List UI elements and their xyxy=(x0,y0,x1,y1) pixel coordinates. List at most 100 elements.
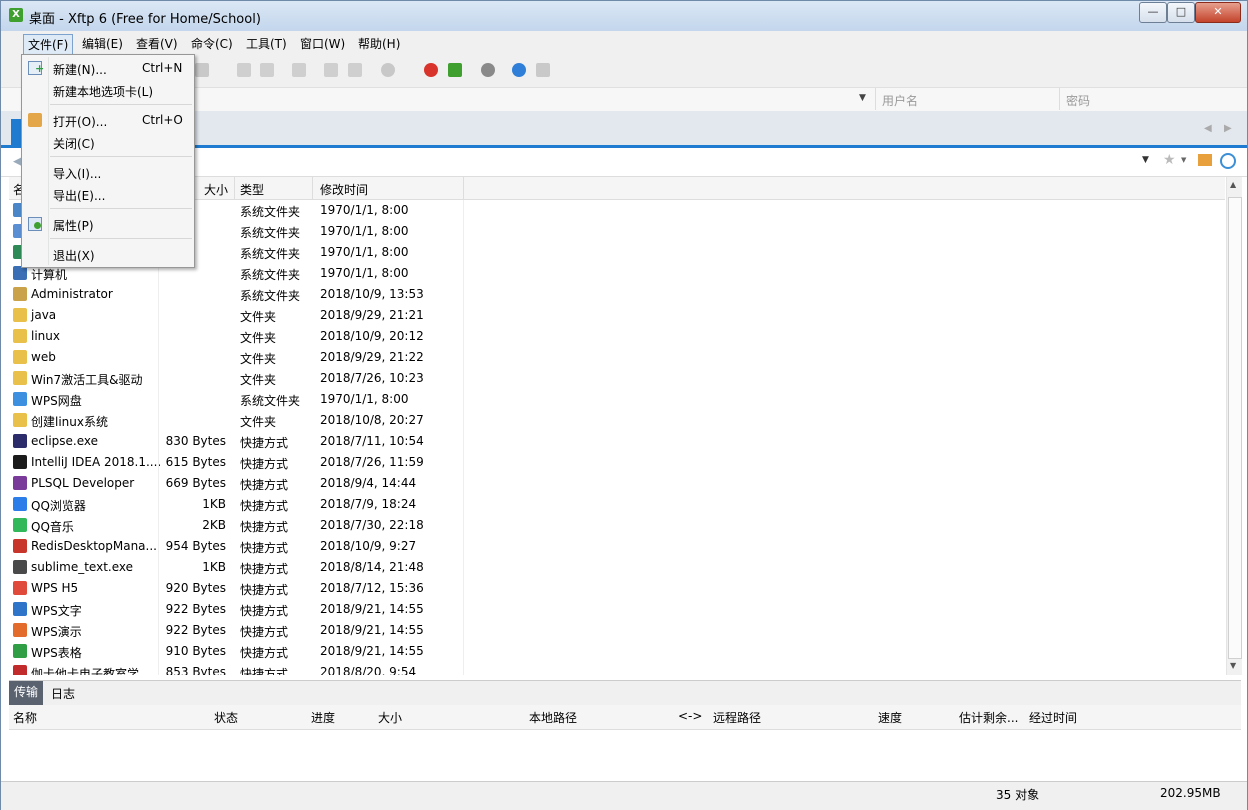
transfer-list[interactable] xyxy=(9,730,1241,780)
file-row[interactable]: 伽卡他卡电子教室学... 853 Bytes 快捷方式 2018/8/20, 9:54 xyxy=(9,662,1225,675)
transfer-col-eta[interactable]: 估计剩余... xyxy=(959,709,1018,726)
password-field[interactable]: 密码 xyxy=(1059,88,1248,110)
file-row[interactable]: sublime_text.exe 1KB 快捷方式 2018/8/14, 21:48 xyxy=(9,557,1225,578)
file-row[interactable]: RedisDesktopMana... 954 Bytes 快捷方式 2018/10/… xyxy=(9,536,1225,557)
file-modified: 2018/7/9, 18:24 xyxy=(320,497,417,511)
menu-item-export[interactable]: 导出(E)... xyxy=(22,183,194,205)
file-row[interactable]: WPS演示 922 Bytes 快捷方式 2018/9/21, 14:55 xyxy=(9,620,1225,641)
star-icon[interactable]: ★ xyxy=(1163,152,1176,168)
gear-icon[interactable] xyxy=(481,63,495,77)
disconnect-icon[interactable] xyxy=(195,63,209,77)
menu-separator xyxy=(50,238,192,239)
transfer-col-size[interactable]: 大小 xyxy=(378,709,402,726)
file-name: WPS网盘 xyxy=(31,394,82,408)
chat-icon[interactable] xyxy=(536,63,550,77)
maximize-button[interactable]: □ xyxy=(1167,2,1195,23)
file-row[interactable]: java 文件夹 2018/9/29, 21:21 xyxy=(9,305,1225,326)
file-modified: 2018/7/26, 10:23 xyxy=(320,371,424,385)
menu-view[interactable]: 查看(V) xyxy=(136,35,178,52)
file-list-scrollbar[interactable]: ▲ ▼ xyxy=(1226,177,1242,675)
file-type: 快捷方式 xyxy=(240,562,289,576)
file-size: 853 Bytes xyxy=(165,665,226,675)
upload-icon[interactable] xyxy=(260,63,274,77)
file-row[interactable]: Administrator 系统文件夹 2018/10/9, 13:53 xyxy=(9,284,1225,305)
transfer-col-name[interactable]: 名称 xyxy=(13,709,37,726)
transfer-col-speed[interactable]: 速度 xyxy=(878,709,902,726)
tab-scroll-right-icon[interactable]: ▶ xyxy=(1224,123,1232,134)
menu-window[interactable]: 窗口(W) xyxy=(300,35,345,52)
file-size: 1KB xyxy=(202,497,226,511)
file-row[interactable]: WPS表格 910 Bytes 快捷方式 2018/9/21, 14:55 xyxy=(9,641,1225,662)
refresh-icon[interactable] xyxy=(1220,153,1236,169)
menu-item-import[interactable]: 导入(I)... xyxy=(22,161,194,183)
file-row[interactable]: linux 文件夹 2018/10/9, 20:12 xyxy=(9,326,1225,347)
column-type[interactable]: 类型 xyxy=(240,181,264,198)
username-field[interactable]: 用户名 xyxy=(875,88,1058,110)
file-modified: 2018/9/21, 14:55 xyxy=(320,602,424,616)
tab-transfer[interactable]: 传输 xyxy=(9,681,43,705)
file-row[interactable]: Win7激活工具&驱动 文件夹 2018/7/26, 10:23 xyxy=(9,368,1225,389)
paste-icon[interactable] xyxy=(348,63,362,77)
file-row[interactable]: QQ浏览器 1KB 快捷方式 2018/7/9, 18:24 xyxy=(9,494,1225,515)
file-row[interactable]: WPS网盘 系统文件夹 1970/1/1, 8:00 xyxy=(9,389,1225,410)
column-divider[interactable] xyxy=(234,177,235,199)
tab-scroll-left-icon[interactable]: ◀ xyxy=(1204,123,1212,134)
tab-log[interactable]: 日志 xyxy=(51,685,75,702)
column-size[interactable]: 大小 xyxy=(204,181,228,198)
path-dropdown-arrow-icon[interactable]: ▼ xyxy=(1142,155,1149,165)
menu-help[interactable]: 帮助(H) xyxy=(358,35,400,52)
column-divider[interactable] xyxy=(312,177,313,199)
title-bar[interactable]: X 桌面 - Xftp 6 (Free for Home/School) — □… xyxy=(1,1,1247,31)
file-size: 615 Bytes xyxy=(165,455,226,469)
scroll-down-icon[interactable]: ▼ xyxy=(1230,661,1236,670)
menu-item-new-local-tab[interactable]: 新建本地选项卡(L) xyxy=(22,79,194,101)
download-icon[interactable] xyxy=(237,63,251,77)
home-folder-icon[interactable] xyxy=(1198,154,1212,166)
xshell-icon[interactable] xyxy=(424,63,438,77)
file-size: 922 Bytes xyxy=(165,623,226,637)
transfer-col-elapsed[interactable]: 经过时间 xyxy=(1029,709,1077,726)
column-divider[interactable] xyxy=(463,177,464,199)
menu-item-new[interactable]: + 新建(N)... Ctrl+N xyxy=(22,57,194,79)
file-row[interactable]: 创建linux系统 文件夹 2018/10/8, 20:27 xyxy=(9,410,1225,431)
host-dropdown-arrow-icon[interactable]: ▼ xyxy=(859,93,866,103)
scroll-thumb[interactable] xyxy=(1228,197,1242,659)
encoding-icon[interactable] xyxy=(381,63,395,77)
file-row[interactable]: QQ音乐 2KB 快捷方式 2018/7/30, 22:18 xyxy=(9,515,1225,536)
shortcut-icon xyxy=(13,602,27,616)
menu-tools[interactable]: 工具(T) xyxy=(246,35,287,52)
help-icon[interactable] xyxy=(512,63,526,77)
menu-item-close[interactable]: 关闭(C) xyxy=(22,131,194,153)
file-row[interactable]: eclipse.exe 830 Bytes 快捷方式 2018/7/11, 10:54 xyxy=(9,431,1225,452)
transfer-col-status[interactable]: 状态 xyxy=(214,709,238,726)
column-modified[interactable]: 修改时间 xyxy=(320,181,368,198)
transfer-icon[interactable] xyxy=(292,63,306,77)
bookmark-dropdown-icon[interactable]: ▼ xyxy=(1181,156,1186,164)
menu-edit[interactable]: 编辑(E) xyxy=(82,35,123,52)
menu-item-properties[interactable]: 属性(P) xyxy=(22,213,194,235)
xftp-icon[interactable] xyxy=(448,63,462,77)
transfer-col-progress[interactable]: 进度 xyxy=(311,709,335,726)
menu-item-exit[interactable]: 退出(X) xyxy=(22,243,194,265)
transfer-col-local-path[interactable]: 本地路径 xyxy=(529,709,577,726)
file-row[interactable]: WPS文字 922 Bytes 快捷方式 2018/9/21, 14:55 xyxy=(9,599,1225,620)
minimize-button[interactable]: — xyxy=(1139,2,1167,23)
copy-icon[interactable] xyxy=(324,63,338,77)
file-row[interactable]: WPS H5 920 Bytes 快捷方式 2018/7/12, 15:36 xyxy=(9,578,1225,599)
file-row[interactable]: PLSQL Developer 669 Bytes 快捷方式 2018/9/4, 14… xyxy=(9,473,1225,494)
menu-command[interactable]: 命令(C) xyxy=(191,35,233,52)
file-name: linux xyxy=(31,329,60,343)
file-row[interactable]: IntelliJ IDEA 2018.1.... 615 Bytes 快捷方式 201… xyxy=(9,452,1225,473)
transfer-col-direction[interactable]: <-> xyxy=(678,709,702,723)
close-button[interactable]: ✕ xyxy=(1195,2,1241,23)
file-type: 文件夹 xyxy=(240,352,277,366)
menu-item-open[interactable]: 打开(O)... Ctrl+O xyxy=(22,109,194,131)
file-modified: 1970/1/1, 8:00 xyxy=(320,392,409,406)
scroll-up-icon[interactable]: ▲ xyxy=(1230,180,1236,189)
folder-icon xyxy=(13,350,27,364)
file-name: QQ浏览器 xyxy=(31,499,86,513)
file-row[interactable]: web 文件夹 2018/9/29, 21:22 xyxy=(9,347,1225,368)
local-tab[interactable] xyxy=(11,119,21,145)
transfer-col-remote-path[interactable]: 远程路径 xyxy=(713,709,761,726)
menu-file[interactable]: 文件(F) xyxy=(23,34,74,55)
